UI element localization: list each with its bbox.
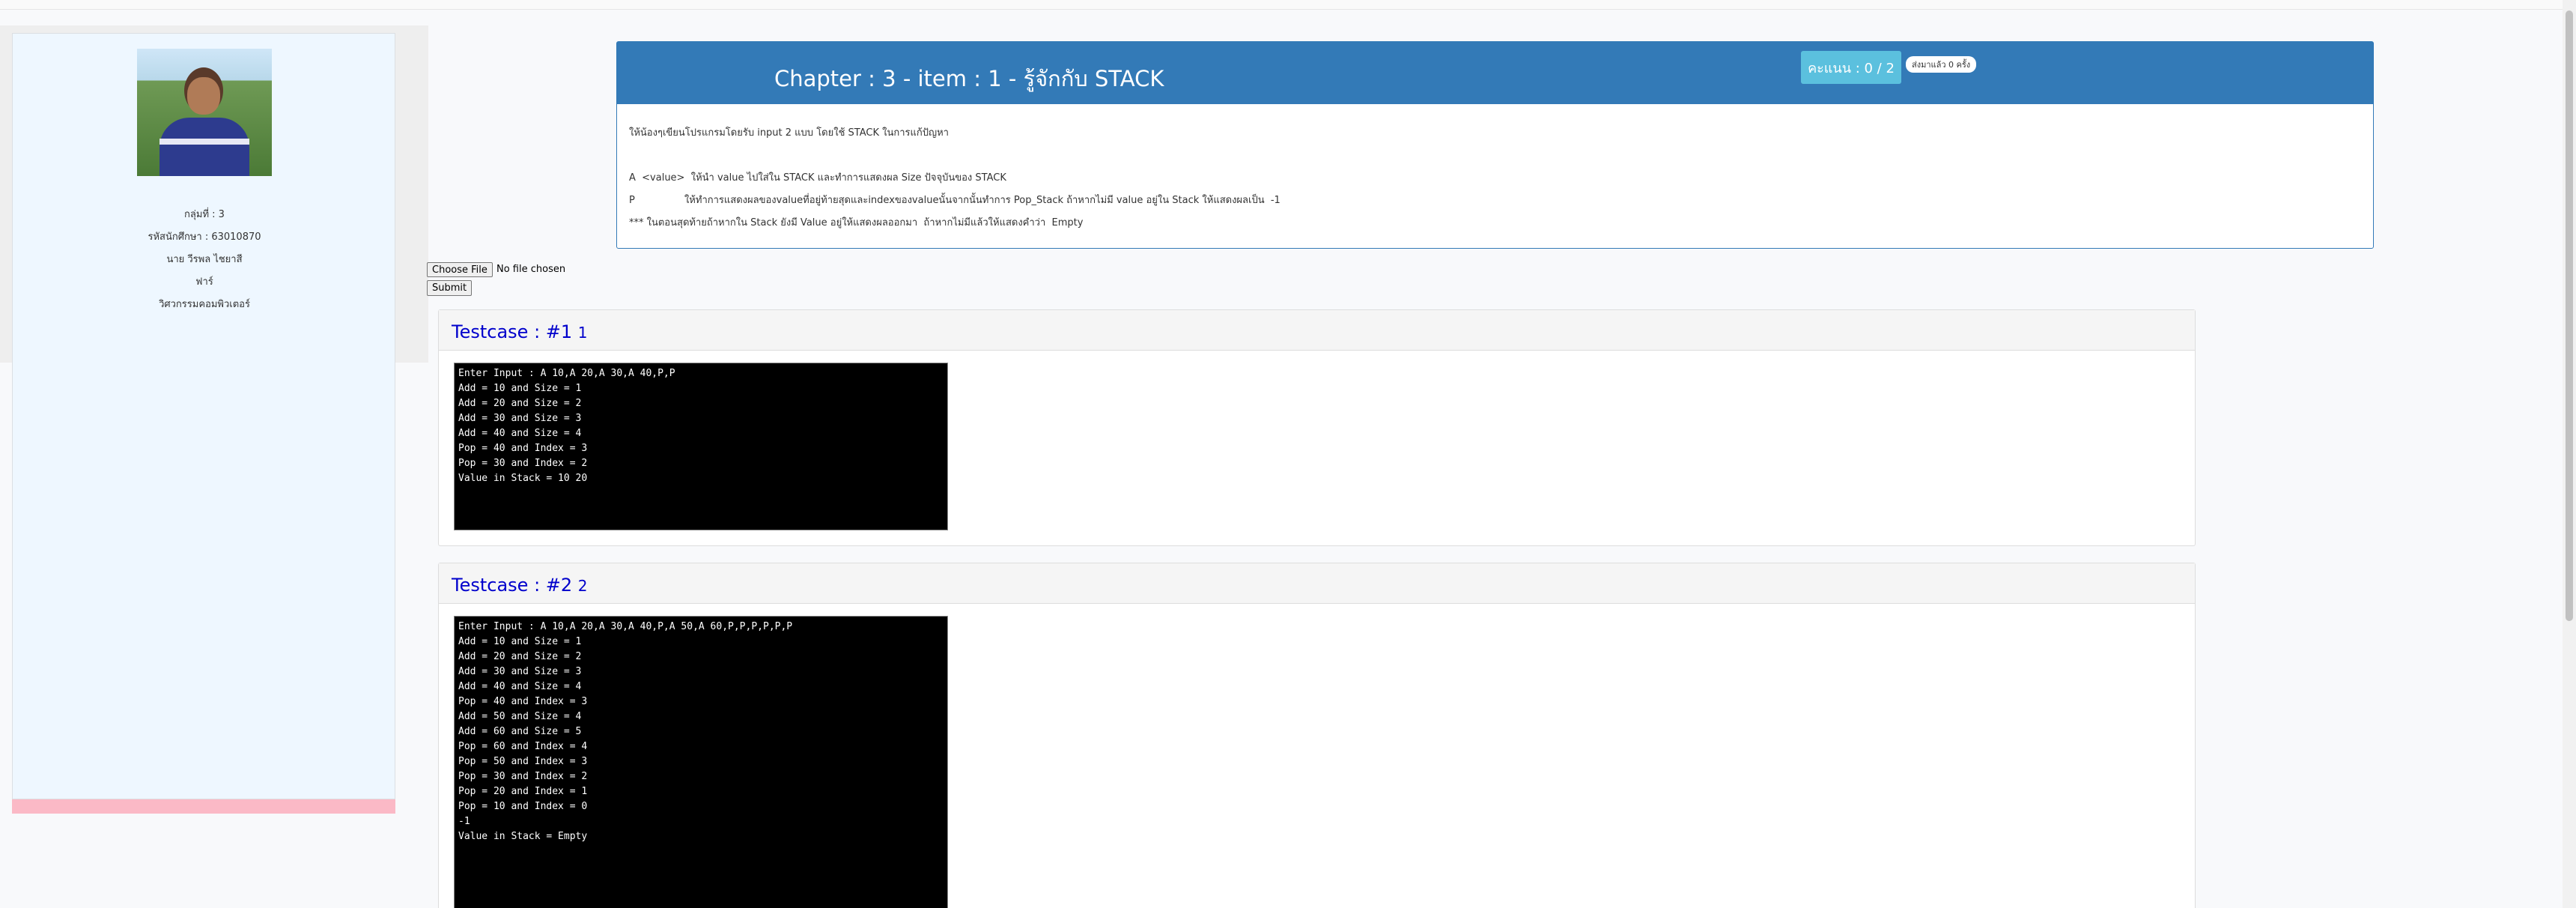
task-panel: Chapter : 3 - item : 1 - รู้จักกับ STACK… — [616, 41, 2374, 249]
score-button[interactable]: คะแนน : 0 / 2 — [1801, 51, 1901, 84]
testcase-output[interactable]: Enter Input : A 10,A 20,A 30,A 40,P,A 50… — [454, 616, 948, 908]
testcase-header: Testcase : #1 1 — [439, 310, 2195, 351]
testcase-label: Testcase : #2 — [452, 575, 573, 596]
task-description-line: *** ในตอนสุดท้ายถ้าหากใน Stack ยังมี Val… — [629, 217, 1084, 228]
testcase-panel: Testcase : #2 2 Enter Input : A 10,A 20,… — [438, 563, 2196, 908]
student-id-label: รหัสนักศึกษา : 63010870 — [148, 231, 261, 243]
testcase-panel: Testcase : #1 1 Enter Input : A 10,A 20,… — [438, 309, 2196, 546]
choose-file-button[interactable]: Choose File — [427, 262, 493, 277]
task-description-line: ให้น้องๆเขียนโปรแกรมโดยรับ input 2 แบบ โ… — [629, 127, 949, 139]
task-description-line: P ให้ทำการแสดงผลของvalueที่อยู่ท้ายสุดแล… — [629, 195, 1281, 206]
top-bar — [0, 0, 2576, 10]
testcase-output[interactable]: Enter Input : A 10,A 20,A 30,A 40,P,P Ad… — [454, 363, 948, 530]
student-nickname-label: ฟาร์ — [195, 276, 213, 288]
testcase-title: Testcase : #2 2 — [452, 575, 588, 596]
testcase-number: 2 — [577, 577, 588, 595]
student-photo — [137, 49, 272, 176]
scrollbar-thumb[interactable] — [2566, 10, 2573, 621]
student-sidebar: กลุ่มที่ : 3 รหัสนักศึกษา : 63010870 นาย… — [12, 33, 395, 799]
student-name-label: นาย วีรพล ไชยาสี — [166, 254, 243, 265]
testcase-label: Testcase : #1 — [452, 321, 573, 342]
task-title: Chapter : 3 - item : 1 - รู้จักกับ STACK — [774, 66, 1164, 91]
task-description-line: A <value> ให้นำ value ไปใส่ใน STACK และท… — [629, 172, 1006, 184]
task-header: Chapter : 3 - item : 1 - รู้จักกับ STACK… — [617, 42, 2373, 104]
file-status-label: No file chosen — [496, 264, 566, 275]
testcase-number: 1 — [577, 324, 588, 342]
sidebar-footer-bar — [12, 799, 395, 814]
page-scrollbar[interactable] — [2563, 0, 2576, 908]
testcase-header: Testcase : #2 2 — [439, 563, 2195, 604]
submit-button[interactable]: Submit — [427, 280, 473, 296]
group-label: กลุ่มที่ : 3 — [184, 209, 225, 220]
faculty-label: วิศวกรรมคอมพิวเตอร์ — [159, 299, 250, 310]
attempts-badge: ส่งมาแล้ว 0 ครั้ง — [1906, 56, 1977, 73]
testcase-title: Testcase : #1 1 — [452, 321, 588, 342]
